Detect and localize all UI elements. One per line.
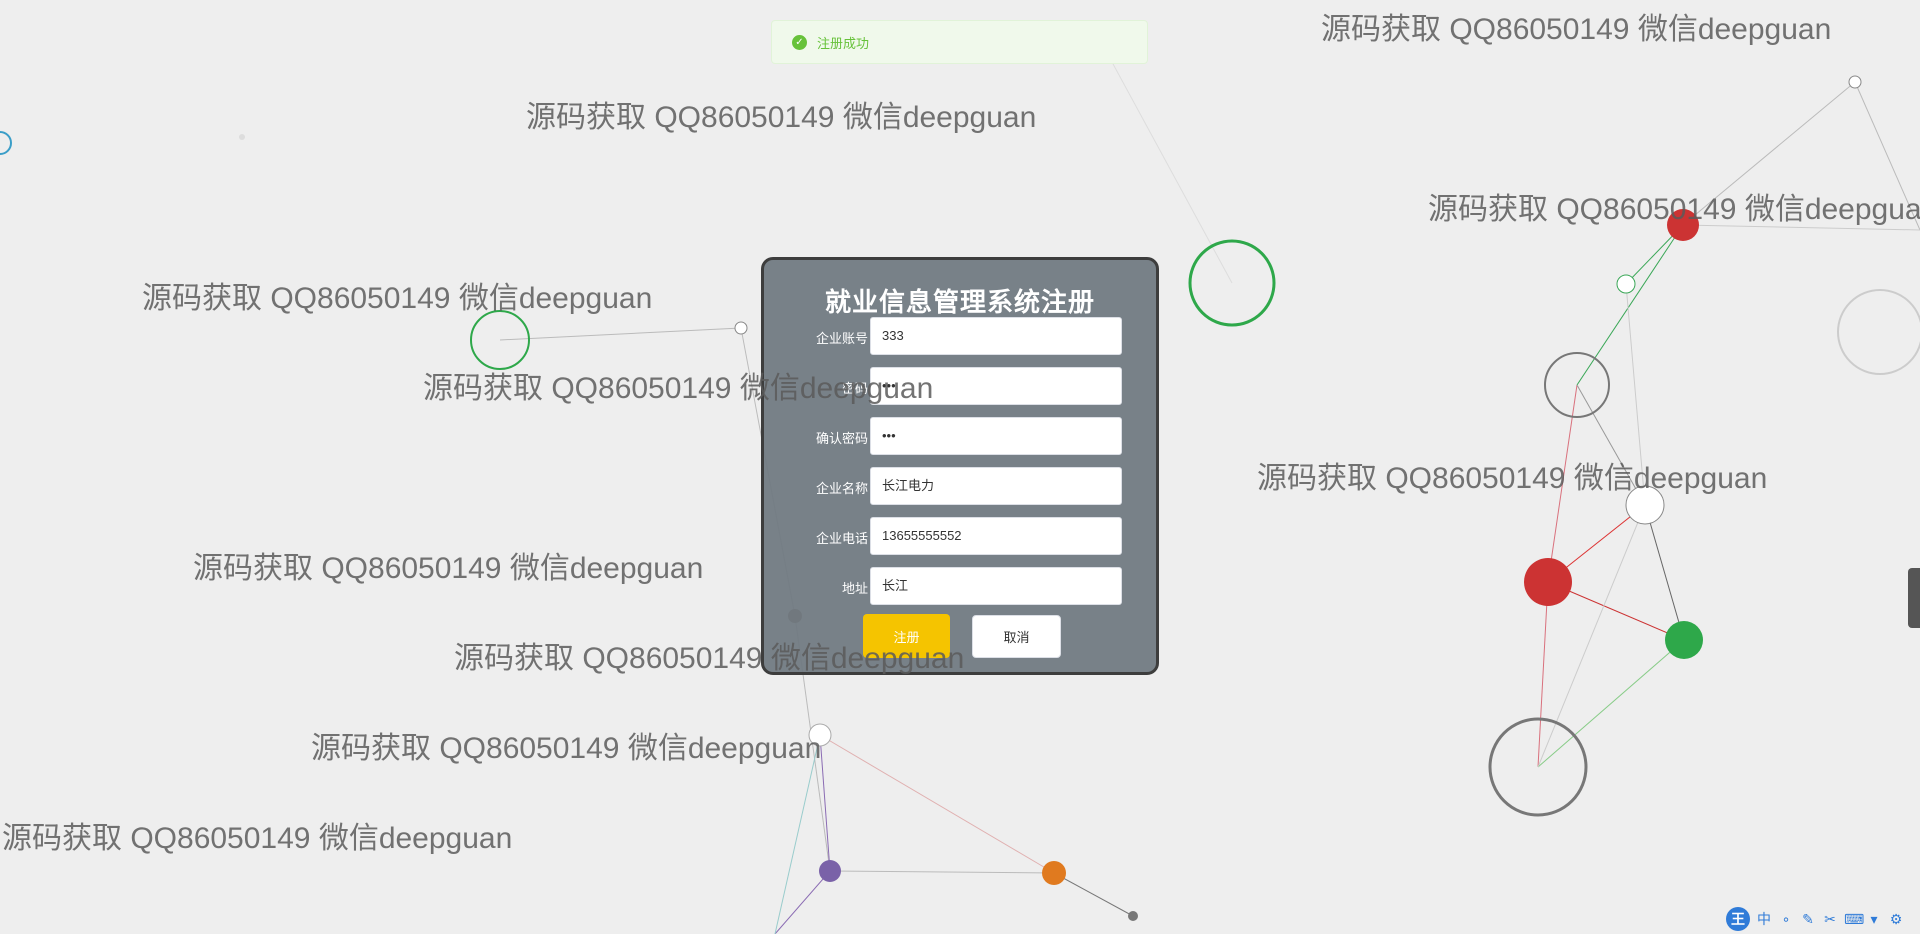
- ime-toolbar: 王 中 ∘ ✎ ✂ ⌨ ▾ ⚙: [1722, 904, 1920, 934]
- scissors-icon[interactable]: ✂: [1822, 911, 1838, 928]
- account-label: 企业账号: [815, 331, 868, 346]
- ime-logo-icon[interactable]: 王: [1726, 907, 1750, 931]
- gear-icon[interactable]: ⚙: [1888, 911, 1904, 928]
- confirm-password-input[interactable]: •••: [870, 417, 1122, 455]
- form-row-confirm-password: 确认密码 •••: [764, 417, 1156, 455]
- password-input[interactable]: •••: [870, 367, 1122, 405]
- confirm-password-label: 确认密码: [815, 431, 868, 446]
- page-title: 就业信息管理系统注册: [824, 287, 1095, 317]
- shirt-icon[interactable]: ▾: [1866, 911, 1882, 928]
- password-label: 密码: [841, 381, 868, 396]
- form-row-company-name: 企业名称 长江电力: [764, 467, 1156, 505]
- register-button[interactable]: 注册: [863, 614, 950, 658]
- address-label: 地址: [841, 581, 868, 596]
- keyboard-icon[interactable]: ⌨: [1844, 911, 1864, 928]
- form-row-address: 地址 长江: [764, 567, 1156, 605]
- company-name-label: 企业名称: [815, 481, 868, 496]
- register-panel: 就业信息管理系统注册 企业账号 333 密码 ••• 确认密码 ••• 企业名称…: [761, 257, 1159, 675]
- form-row-password: 密码 •••: [764, 367, 1156, 405]
- success-toast: ✓ 注册成功: [771, 20, 1148, 64]
- pen-icon[interactable]: ✎: [1800, 911, 1816, 928]
- account-input[interactable]: 333: [870, 317, 1122, 355]
- ime-language-toggle[interactable]: 中: [1756, 909, 1772, 929]
- cancel-button[interactable]: 取消: [972, 615, 1061, 658]
- form-row-company-phone: 企业电话 13655555552: [764, 517, 1156, 555]
- dot-icon[interactable]: ∘: [1778, 911, 1794, 928]
- form-row-account: 企业账号 333: [764, 317, 1156, 355]
- company-name-input[interactable]: 长江电力: [870, 467, 1122, 505]
- address-input[interactable]: 长江: [870, 567, 1122, 605]
- toast-message: 注册成功: [817, 35, 870, 51]
- check-circle-icon: ✓: [792, 34, 807, 50]
- side-handle[interactable]: [1908, 568, 1920, 628]
- company-phone-input[interactable]: 13655555552: [870, 517, 1122, 555]
- company-phone-label: 企业电话: [815, 531, 868, 546]
